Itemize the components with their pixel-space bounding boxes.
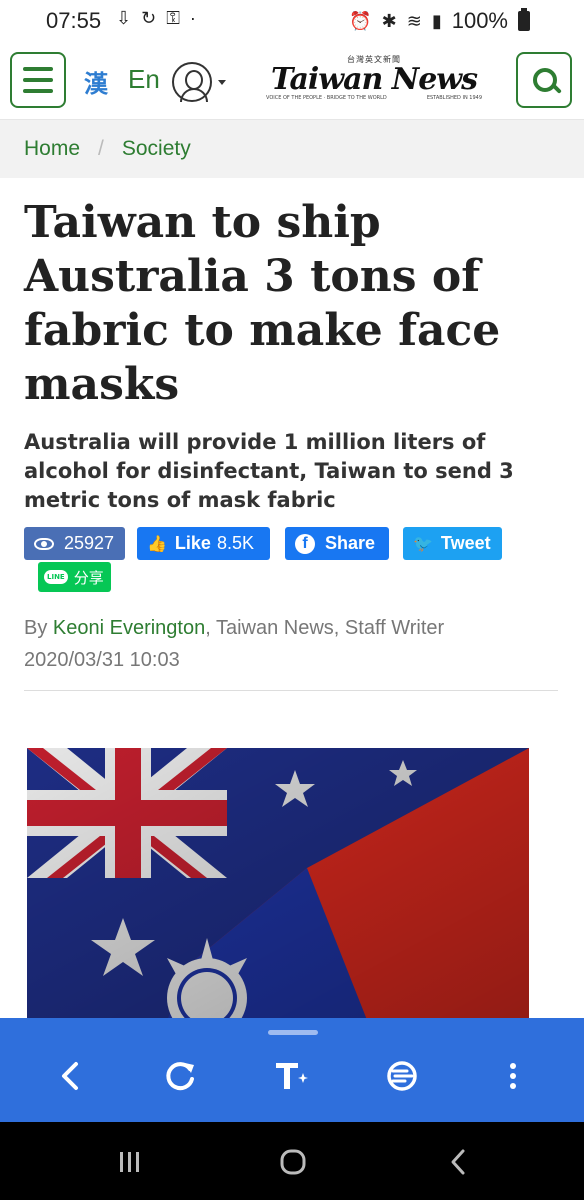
logo-subline: VOICE OF THE PEOPLE · BRIDGE TO THE WORL… <box>266 95 482 101</box>
article-subtitle: Australia will provide 1 million liters … <box>24 430 514 512</box>
user-account-icon[interactable] <box>172 62 212 102</box>
line-icon: LINE <box>44 570 68 584</box>
sync-icon: ↻ <box>141 8 157 28</box>
status-bar: 07:55 ⇩ ↻ ⚿ · ⏰ ✱ ≋ ▮ 100% <box>0 0 584 40</box>
author-link[interactable]: Keoni Everington <box>53 617 205 639</box>
tweet-button[interactable]: 🐦 Tweet <box>403 527 502 560</box>
facebook-like-button[interactable]: 👍 Like 8.5K <box>137 527 270 560</box>
web-page-button[interactable] <box>382 1056 422 1096</box>
logo-text: Taiwan News <box>270 62 478 97</box>
signal-icon: ▮ <box>431 10 442 31</box>
twitter-bird-icon: 🐦 <box>413 535 433 553</box>
globe-icon <box>387 1061 417 1091</box>
text-size-button[interactable] <box>272 1056 312 1096</box>
line-share-button[interactable]: LINE 分享 <box>38 562 111 592</box>
eye-icon <box>34 537 54 550</box>
wifi-icon: ≋ <box>406 10 422 31</box>
byline-prefix: By <box>24 617 48 639</box>
vpn-icon: ⚿ <box>166 8 180 28</box>
dot-icon: · <box>189 8 196 28</box>
byline-suffix: , Taiwan News, Staff Writer <box>205 617 445 639</box>
tweet-label: Tweet <box>440 533 491 553</box>
breadcrumb-section[interactable]: Society <box>122 137 191 161</box>
text-size-icon <box>276 1063 308 1089</box>
status-time: 07:55 <box>46 8 102 33</box>
share-bar: 25927 👍 Like 8.5K f Share 🐦 Tweet <box>24 527 564 561</box>
share-label: Share <box>325 533 376 553</box>
status-system-icons: ⏰ ✱ ≋ ▮ 100% <box>349 8 530 34</box>
screen: 07:55 ⇩ ↻ ⚿ · ⏰ ✱ ≋ ▮ 100% 漢 En 台灣英文新聞 T… <box>0 0 584 1200</box>
article-title: Taiwan to ship Australia 3 tons of fabri… <box>24 197 501 410</box>
alarm-icon: ⏰ <box>349 10 372 31</box>
logo-established: ESTABLISHED IN 1949 <box>426 95 482 101</box>
article-header: Taiwan to ship Australia 3 tons of fabri… <box>24 178 560 515</box>
more-options-button[interactable] <box>493 1056 533 1096</box>
article-hero-image[interactable] <box>27 748 529 1020</box>
system-nav-bar <box>0 1122 584 1200</box>
lang-english-link[interactable]: En <box>128 64 160 95</box>
home-icon <box>280 1149 306 1175</box>
line-share-label: 分享 <box>73 568 104 587</box>
site-header: 漢 En 台灣英文新聞 Taiwan News VOICE OF THE PEO… <box>0 40 584 120</box>
recent-apps-button[interactable] <box>110 1142 150 1182</box>
status-notification-icons: ⇩ ↻ ⚿ · <box>116 8 196 29</box>
more-vertical-icon <box>510 1063 516 1089</box>
hamburger-icon-line <box>23 89 53 93</box>
breadcrumb-separator: / <box>98 137 104 160</box>
like-label: Like <box>174 533 211 553</box>
logo-tagline: VOICE OF THE PEOPLE · BRIDGE TO THE WORL… <box>266 95 387 101</box>
hamburger-icon-line <box>23 78 53 82</box>
bluetooth-icon: ✱ <box>381 10 397 31</box>
lang-chinese-link[interactable]: 漢 <box>84 64 108 99</box>
browser-toolbar <box>0 1018 584 1122</box>
publish-date: 2020/03/31 10:03 <box>24 649 180 671</box>
views-count: 25927 <box>64 533 115 553</box>
breadcrumb: Home / Society <box>0 120 584 178</box>
site-logo[interactable]: 台灣英文新聞 Taiwan News VOICE OF THE PEOPLE ·… <box>266 54 482 104</box>
home-button[interactable] <box>273 1142 313 1182</box>
like-count: 8.5K <box>216 533 254 553</box>
back-button[interactable] <box>50 1056 90 1096</box>
thumbs-up-icon: 👍 <box>147 535 167 553</box>
search-button[interactable] <box>516 52 572 108</box>
battery-icon <box>518 8 530 31</box>
reload-button[interactable] <box>160 1056 200 1096</box>
download-icon: ⇩ <box>116 8 132 28</box>
chevron-down-icon[interactable] <box>218 80 226 85</box>
byline-line: By Keoni Everington, Taiwan News, Staff … <box>24 612 444 644</box>
breadcrumb-home[interactable]: Home <box>24 137 80 161</box>
reload-icon <box>166 1062 194 1091</box>
chevron-left-icon <box>451 1149 465 1175</box>
facebook-icon: f <box>295 533 315 554</box>
facebook-share-button[interactable]: f Share <box>285 527 389 560</box>
divider <box>24 690 558 691</box>
recents-icon <box>120 1152 139 1172</box>
flags-illustration <box>27 748 529 1020</box>
menu-button[interactable] <box>10 52 66 108</box>
system-back-button[interactable] <box>438 1142 478 1182</box>
byline: By Keoni Everington, Taiwan News, Staff … <box>24 612 444 676</box>
hamburger-icon <box>23 67 53 71</box>
drag-handle[interactable] <box>268 1030 318 1035</box>
chevron-left-icon <box>62 1062 78 1090</box>
views-counter: 25927 <box>24 527 125 560</box>
battery-percent: 100% <box>451 8 508 33</box>
